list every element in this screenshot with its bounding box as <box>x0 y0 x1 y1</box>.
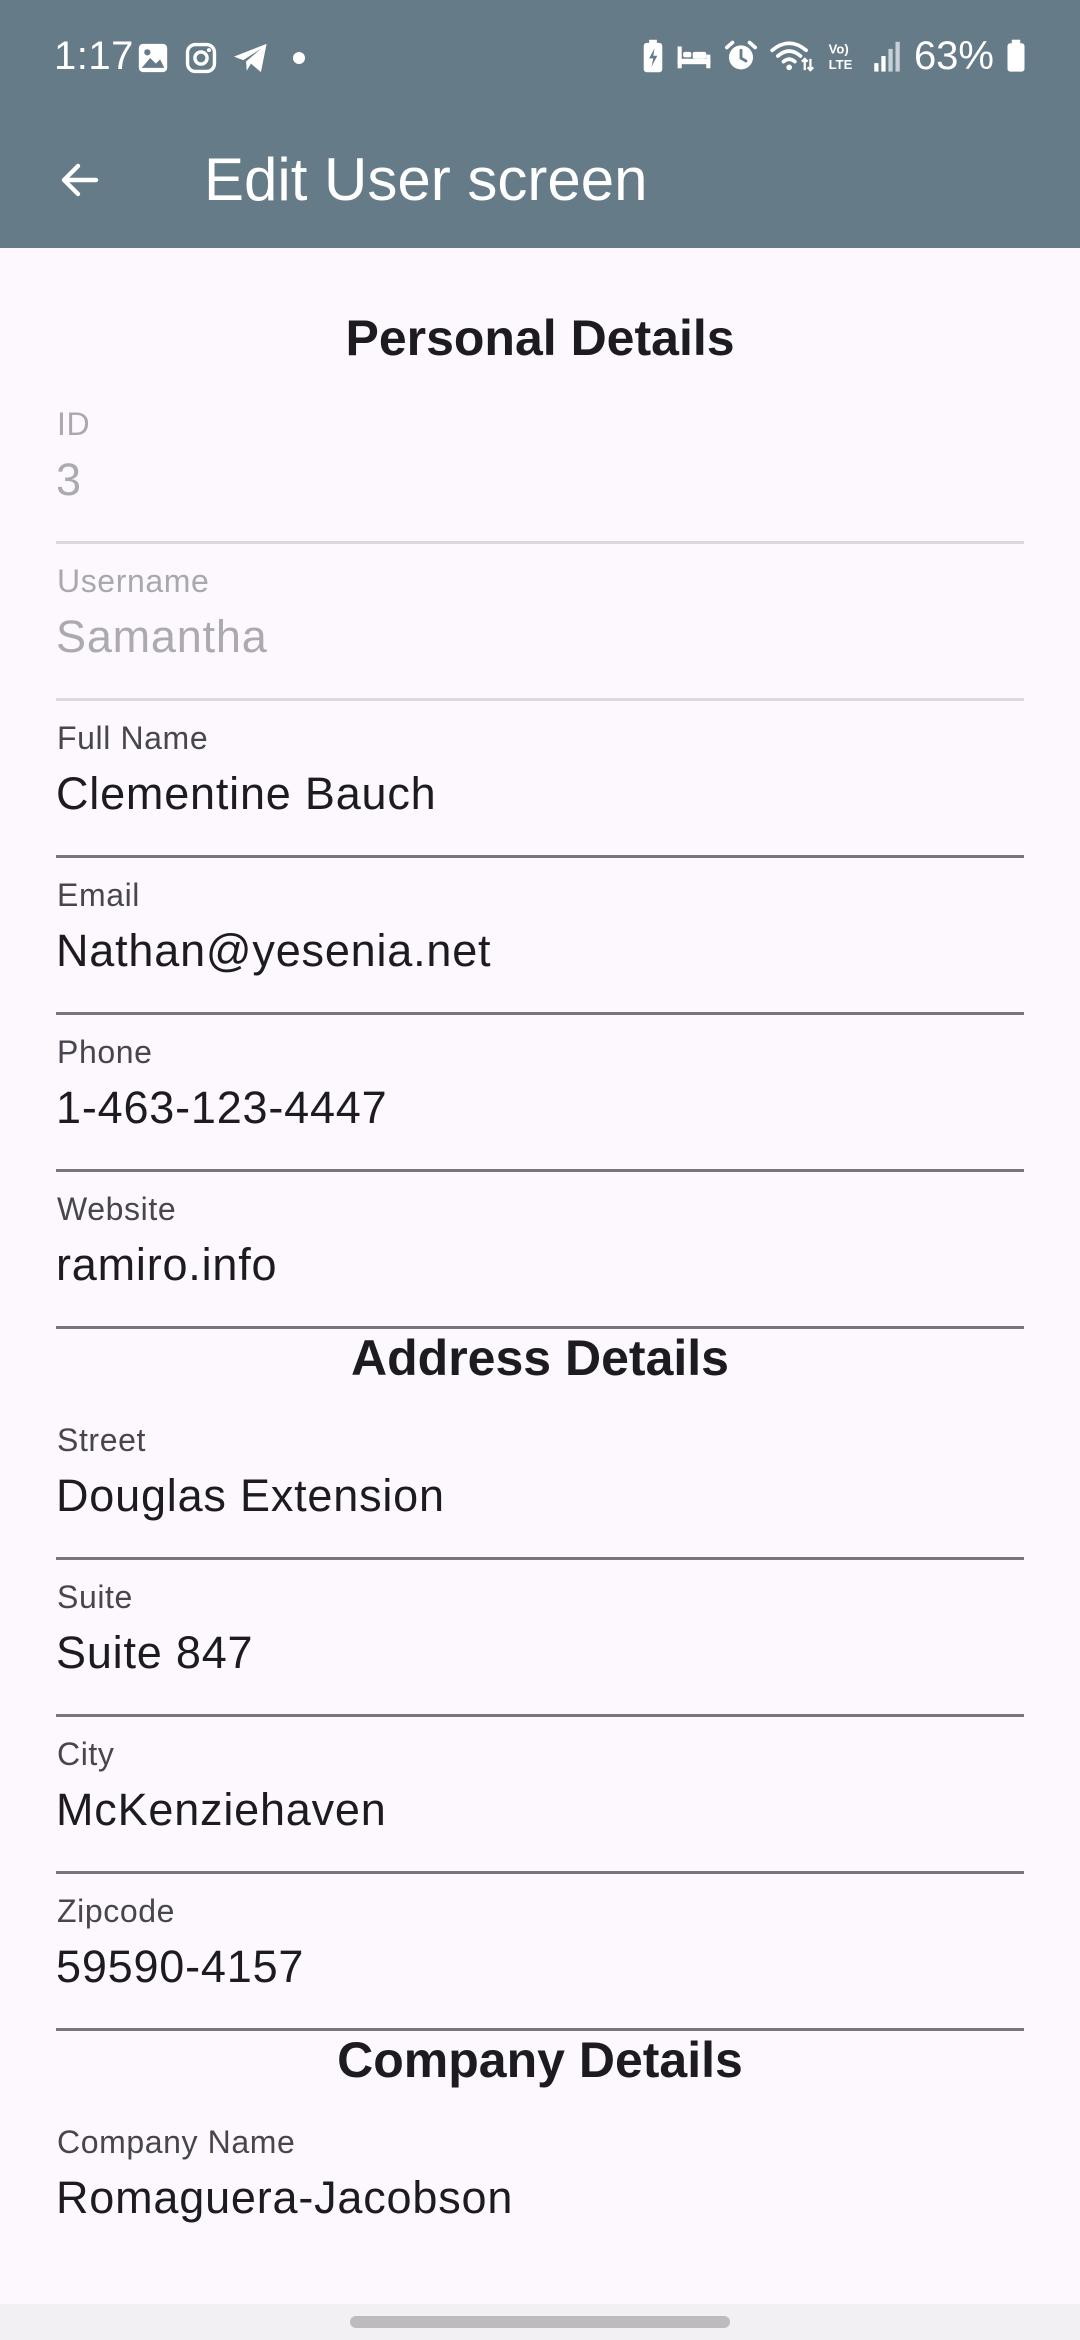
instagram-icon <box>184 41 218 75</box>
sleep-mode-icon <box>676 41 712 71</box>
phone-field[interactable]: Phone <box>56 1016 1024 1172</box>
battery-percent: 63% <box>913 34 994 78</box>
back-button[interactable] <box>40 140 120 220</box>
status-bar: 1:17 Vo) LTE 63% <box>0 0 1080 112</box>
battery-saver-icon <box>642 39 664 73</box>
website-field-label: Website <box>57 1191 177 1227</box>
email-field-label: Email <box>57 877 141 913</box>
signal-icon <box>872 39 902 73</box>
city-input[interactable] <box>56 1780 1016 1840</box>
company-name-field-label: Company Name <box>57 2124 296 2160</box>
gesture-handle[interactable] <box>350 2316 730 2328</box>
zipcode-input[interactable] <box>56 1937 1016 1997</box>
status-time: 1:17 <box>54 34 134 78</box>
full-name-input[interactable] <box>56 764 1016 824</box>
full-name-field[interactable]: Full Name <box>56 702 1024 858</box>
wifi-icon <box>770 39 814 73</box>
section-title-address: Address Details <box>351 1330 729 1386</box>
id-input <box>56 450 1016 510</box>
suite-input[interactable] <box>56 1623 1016 1683</box>
username-field-label: Username <box>57 563 210 599</box>
alarm-icon <box>724 39 758 73</box>
full-name-field-label: Full Name <box>57 720 209 756</box>
page-title: Edit User screen <box>204 146 648 213</box>
username-field: Username <box>56 545 1024 701</box>
company-name-input[interactable] <box>56 2168 1016 2228</box>
city-field[interactable]: City <box>56 1718 1024 1874</box>
status-notification-icons <box>136 38 306 78</box>
phone-field-label: Phone <box>57 1034 153 1070</box>
phone-input[interactable] <box>56 1078 1016 1138</box>
svg-text:LTE: LTE <box>829 57 853 72</box>
website-field[interactable]: Website <box>56 1173 1024 1329</box>
battery-icon <box>1006 39 1026 73</box>
gallery-icon <box>136 41 170 75</box>
street-field[interactable]: Street <box>56 1404 1024 1560</box>
top-bar: 1:17 Vo) LTE 63% Edit User screen <box>0 0 1080 248</box>
email-field[interactable]: Email <box>56 859 1024 1015</box>
email-input[interactable] <box>56 921 1016 981</box>
suite-field[interactable]: Suite <box>56 1561 1024 1717</box>
id-field: ID <box>56 388 1024 544</box>
zipcode-field[interactable]: Zipcode <box>56 1875 1024 2031</box>
section-title-company: Company Details <box>337 2032 743 2088</box>
svg-text:Vo): Vo) <box>829 41 849 56</box>
id-field-label: ID <box>57 406 91 442</box>
zipcode-field-label: Zipcode <box>57 1893 176 1929</box>
status-system-icons: Vo) LTE 63% <box>642 32 1026 80</box>
dot-icon <box>292 51 306 65</box>
website-input[interactable] <box>56 1235 1016 1295</box>
telegram-icon <box>232 41 270 75</box>
street-input[interactable] <box>56 1466 1016 1526</box>
arrow-back-icon <box>56 156 104 204</box>
app-bar: Edit User screen <box>0 112 1080 248</box>
suite-field-label: Suite <box>57 1579 133 1615</box>
volte-icon: Vo) LTE <box>826 39 860 73</box>
city-field-label: City <box>57 1736 115 1772</box>
navigation-bar <box>0 2304 1080 2340</box>
username-input <box>56 607 1016 667</box>
street-field-label: Street <box>57 1422 146 1458</box>
company-name-field[interactable]: Company Name <box>56 2106 1024 2262</box>
section-title-personal: Personal Details <box>345 310 735 366</box>
